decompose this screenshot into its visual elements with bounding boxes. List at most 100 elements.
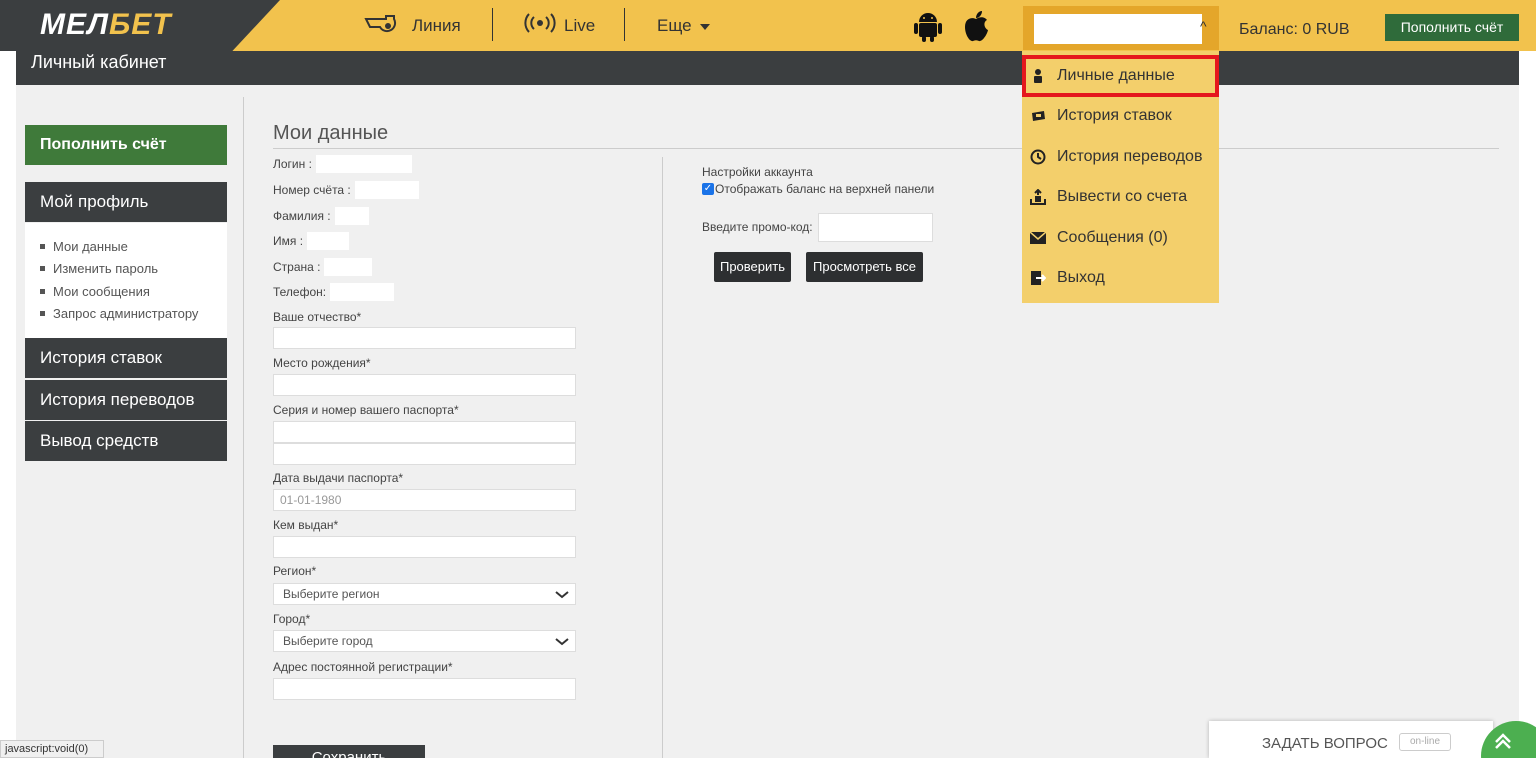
double-chevron-up-icon <box>1493 731 1513 756</box>
withdraw-icon <box>1030 189 1046 205</box>
patronymic-field[interactable] <box>273 327 576 349</box>
whistle-icon <box>364 11 404 40</box>
promo-code-input[interactable] <box>818 213 933 242</box>
sidebar-subitem-label: Мои сообщения <box>53 283 150 299</box>
issued-by-field[interactable] <box>273 536 576 558</box>
sidebar-subitem-my-data[interactable]: Мои данные <box>40 235 227 258</box>
menu-item-bets-history[interactable]: История ставок <box>1030 96 1211 136</box>
chevron-down-icon <box>555 634 569 648</box>
account-field[interactable] <box>1034 14 1202 44</box>
info-phone: Телефон: <box>273 283 395 301</box>
city-select[interactable]: Выберите город <box>273 630 576 652</box>
nav-line[interactable]: Линия <box>364 0 461 51</box>
patronymic-label: Ваше отчество* <box>273 310 362 324</box>
sidebar-subitem-change-password[interactable]: Изменить пароль <box>40 258 227 281</box>
info-value <box>315 155 412 173</box>
menu-item-label: Выход <box>1057 269 1105 286</box>
info-label: Номер счёта : <box>273 183 351 197</box>
chevron-down-icon <box>555 587 569 601</box>
sidebar-subitem-label: Изменить пароль <box>53 261 159 277</box>
nav-divider <box>492 8 493 41</box>
info-label: Имя : <box>273 234 304 248</box>
view-all-button[interactable]: Просмотреть все <box>806 252 923 282</box>
save-button[interactable]: Сохранить <box>273 745 425 758</box>
sidebar-item-bets-history[interactable]: История ставок <box>25 338 227 378</box>
header-topup-button[interactable]: Пополнить счёт <box>1385 14 1519 41</box>
nav-more-label: Еще <box>657 15 692 35</box>
info-label: Логин : <box>273 157 312 171</box>
sidebar-topup-button[interactable]: Пополнить счёт <box>25 125 227 165</box>
passport-number-field[interactable] <box>273 443 576 465</box>
bullet-icon <box>40 311 45 317</box>
info-login: Логин : <box>273 155 412 173</box>
envelope-icon <box>1030 230 1046 246</box>
info-value <box>324 258 373 276</box>
clock-icon <box>1030 149 1046 165</box>
chevron-up-icon[interactable]: ^ <box>1200 18 1207 34</box>
menu-item-label: Вывести со счета <box>1057 188 1188 205</box>
region-select-value: Выберите регион <box>283 587 380 601</box>
sidebar-subitem-label: Мои данные <box>53 238 128 254</box>
site-logo[interactable]: МЕЛБЕТ <box>40 8 172 42</box>
balance-label: Баланс: 0 RUB <box>1239 21 1350 38</box>
title-divider <box>273 148 1499 149</box>
nav-live[interactable]: Live <box>524 0 595 51</box>
ticket-icon <box>1030 108 1046 124</box>
info-label: Страна : <box>273 260 321 274</box>
info-name: Имя : <box>273 232 350 250</box>
section-title: Мои данные <box>273 122 389 144</box>
checkbox-checked-icon[interactable]: ✓ <box>702 183 714 195</box>
nav-live-label: Live <box>564 15 596 35</box>
sidebar-item-transfers-history[interactable]: История переводов <box>25 380 227 420</box>
menu-item-label: История переводов <box>1057 148 1203 165</box>
passport-series-field[interactable] <box>273 421 576 443</box>
info-value <box>354 181 419 199</box>
region-select[interactable]: Выберите регион <box>273 583 576 605</box>
promo-label: Введите промо-код: <box>702 220 813 234</box>
issued-by-label: Кем выдан* <box>273 518 339 532</box>
bullet-icon <box>40 266 45 272</box>
menu-item-label: История ставок <box>1057 107 1172 124</box>
sidebar-item-withdraw[interactable]: Вывод средств <box>25 421 227 461</box>
nav-more[interactable]: Еще <box>657 0 710 51</box>
check-promo-button[interactable]: Проверить <box>714 252 791 282</box>
menu-item-logout[interactable]: Выход <box>1030 258 1211 298</box>
menu-item-messages[interactable]: Сообщения (0) <box>1030 218 1211 258</box>
address-label: Адрес постоянной регистрации* <box>273 660 453 674</box>
menu-item-withdraw[interactable]: Вывести со счета <box>1030 177 1211 217</box>
bullet-icon <box>40 288 45 294</box>
issue-date-label: Дата выдачи паспорта* <box>273 471 404 485</box>
info-value <box>330 283 395 301</box>
nav-line-label: Линия <box>412 15 461 35</box>
region-label: Регион* <box>273 564 317 578</box>
show-balance-option[interactable]: ✓ Отображать баланс на верхней панели <box>702 182 934 196</box>
apple-icon[interactable] <box>961 10 991 42</box>
status-bar-url: javascript:void(0) <box>0 740 104 758</box>
menu-item-transfers-history[interactable]: История переводов <box>1030 137 1211 177</box>
highlight-box <box>1022 55 1219 97</box>
info-country: Страна : <box>273 258 373 276</box>
profile-submenu: Мои данные Изменить пароль Мои сообщения… <box>25 223 227 338</box>
info-value <box>334 207 369 225</box>
chat-label[interactable]: ЗАДАТЬ ВОПРОС <box>1262 735 1388 752</box>
sidebar-subitem-label: Запрос администратору <box>53 306 199 322</box>
android-icon[interactable] <box>913 10 943 42</box>
sidebar-item-profile[interactable]: Мой профиль <box>25 182 227 222</box>
logo-text-part2: БЕТ <box>108 8 172 41</box>
info-account-number: Номер счёта : <box>273 181 419 199</box>
settings-title: Настройки аккаунта <box>702 165 813 179</box>
column-divider <box>243 97 244 758</box>
column-divider <box>662 157 663 758</box>
sidebar-subitem-admin-request[interactable]: Запрос администратору <box>40 303 227 326</box>
logo-text-part1: МЕЛ <box>40 8 109 41</box>
birthplace-field[interactable] <box>273 374 576 396</box>
info-label: Фамилия : <box>273 209 331 223</box>
exit-icon <box>1030 270 1046 286</box>
info-label: Телефон: <box>273 285 327 299</box>
address-field[interactable] <box>273 678 576 700</box>
issue-date-field[interactable]: 01-01-1980 <box>273 489 576 511</box>
city-select-value: Выберите город <box>283 634 373 648</box>
city-label: Город* <box>273 612 311 626</box>
nav-divider <box>624 8 625 41</box>
sidebar-subitem-messages[interactable]: Мои сообщения <box>40 280 227 303</box>
